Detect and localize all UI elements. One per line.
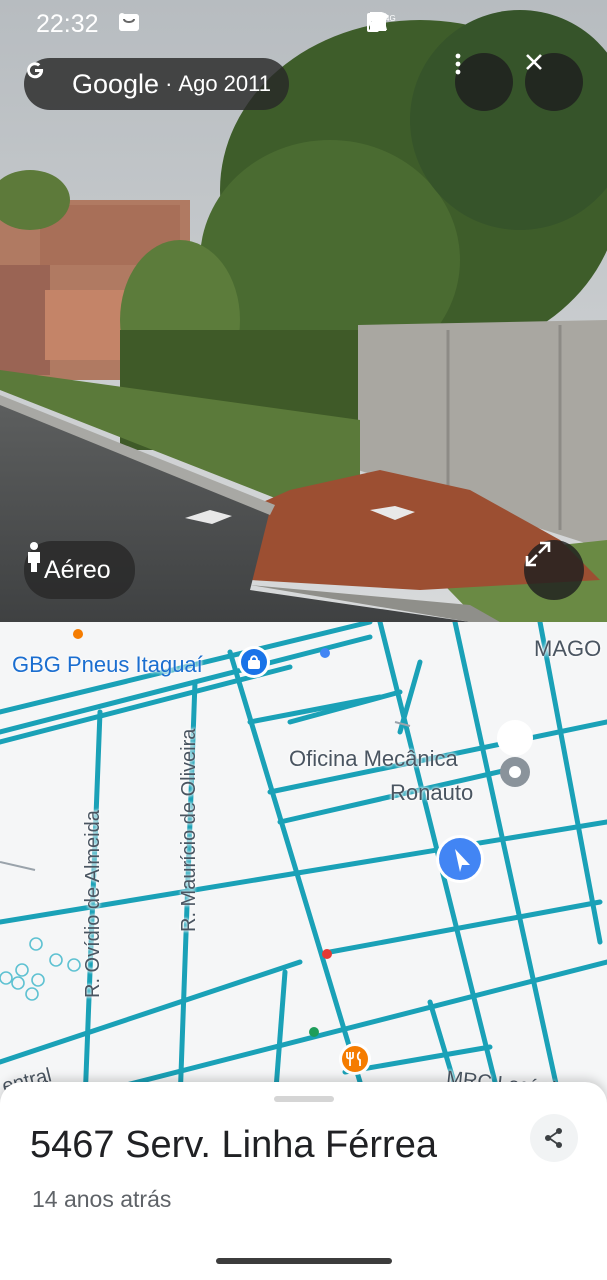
place-address: 5467 Serv. Linha Férrea <box>30 1124 437 1166</box>
provider-label: Google <box>72 68 160 99</box>
map-street-ovidio: R. Ovídio de Almeida <box>82 810 104 998</box>
aerial-toggle-label: Aéreo <box>44 555 111 584</box>
imagery-age: 14 anos atrás <box>32 1186 172 1212</box>
map-place-oficina-line1[interactable]: Oficina Mecânica <box>289 746 458 772</box>
close-icon <box>526 54 542 70</box>
store-pin-icon[interactable] <box>238 646 270 678</box>
more-notifications-dot-icon <box>119 12 236 34</box>
shopping-bag-icon-2 <box>119 12 204 34</box>
status-time: 22:32 <box>36 10 99 38</box>
more-options-button[interactable] <box>455 53 513 111</box>
status-bar: 22:32 4G <box>0 0 607 48</box>
poi-dot-orange[interactable] <box>73 629 83 639</box>
google-g-icon <box>27 62 64 97</box>
map-view[interactable]: GBG Pneus Itaguaí MAGO Oficina Mecânica … <box>0 622 607 1102</box>
share-icon <box>545 1128 562 1148</box>
sheet-drag-handle[interactable] <box>274 1096 334 1102</box>
street-view-panorama[interactable]: 22:32 4G Google · Ago 2011 Aéreo <box>0 0 607 622</box>
map-place-oficina-line2[interactable]: Ronauto <box>390 780 473 806</box>
map-place-mago[interactable]: MAGO <box>534 636 601 662</box>
shopping-bag-icon <box>119 12 172 34</box>
notification-icons <box>118 12 236 34</box>
call-4g-icon: 4G <box>370 12 469 34</box>
place-bottom-sheet[interactable]: 5467 Serv. Linha Férrea 14 anos atrás <box>0 1082 607 1280</box>
fullscreen-icon <box>525 541 551 567</box>
person-icon <box>28 542 40 572</box>
expand-button[interactable] <box>524 540 584 600</box>
close-button[interactable] <box>525 53 583 111</box>
poi-dot-blue[interactable] <box>320 648 330 658</box>
park-circles <box>0 937 81 1001</box>
map-place-gbg[interactable]: GBG Pneus Itaguaí <box>12 652 203 678</box>
street-view-screen: 22:32 4G Google · Ago 2011 Aéreo GBG Pne… <box>0 0 607 1280</box>
map-street-mauricio: R. Maurício de Oliveira <box>178 728 200 932</box>
system-icons: 4G <box>367 12 577 34</box>
signal-icon <box>368 12 541 34</box>
place-pin-icon[interactable] <box>497 720 534 787</box>
gesture-navigation-bar[interactable] <box>216 1258 392 1264</box>
wifi-icon <box>367 12 505 34</box>
share-button[interactable] <box>530 1114 578 1162</box>
imagery-date-pill[interactable]: Google · Ago 2011 <box>24 58 289 110</box>
aerial-toggle-button[interactable]: Aéreo <box>24 541 135 599</box>
poi-dot-red[interactable] <box>322 949 332 959</box>
location-icon <box>367 12 425 34</box>
battery-icon <box>367 12 577 34</box>
more-vert-icon <box>455 53 461 75</box>
capture-date: Ago 2011 <box>178 71 271 96</box>
poi-dot-green[interactable] <box>309 1027 319 1037</box>
date-separator: · <box>165 71 173 96</box>
current-location-icon[interactable] <box>436 835 484 883</box>
restaurant-pin-icon[interactable] <box>339 1043 371 1075</box>
